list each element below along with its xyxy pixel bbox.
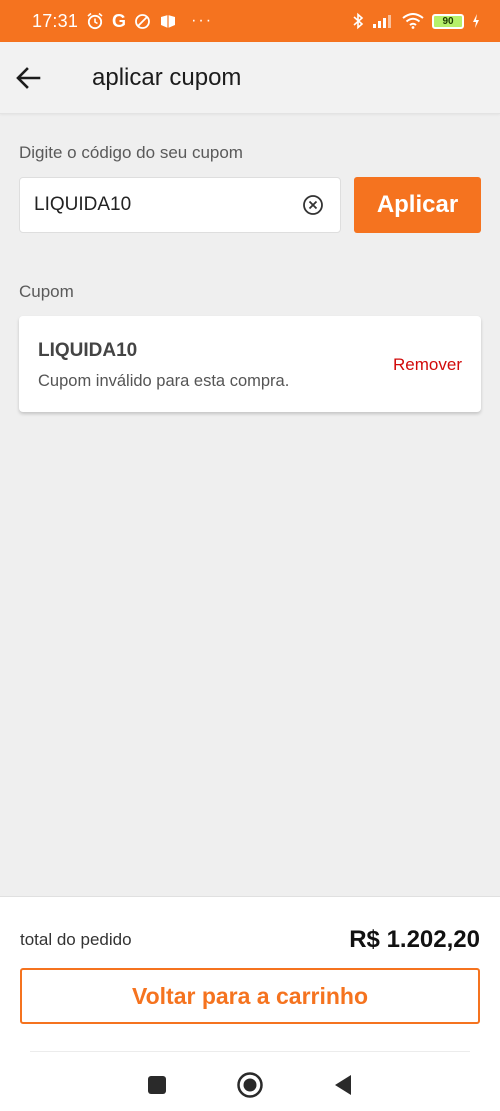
status-time: 17:31 (32, 10, 79, 31)
app-notification-icon (159, 12, 177, 30)
arrow-left-icon (16, 66, 41, 89)
divider (30, 1051, 470, 1052)
more-notifications-icon: ··· (191, 12, 214, 29)
order-total-value: R$ 1.202,20 (349, 926, 480, 953)
coupon-field-label: Digite o código do seu cupom (19, 143, 243, 162)
applied-coupon-section-label: Cupom (19, 282, 74, 301)
back-icon (335, 1074, 352, 1095)
google-icon: G (112, 10, 127, 31)
system-nav-bar (0, 1057, 500, 1111)
status-bar: 17:31 G ··· 90 (0, 0, 500, 42)
coupon-input[interactable] (34, 194, 300, 216)
alarm-icon (86, 12, 104, 30)
home-icon (237, 1071, 263, 1098)
applied-coupon-card: LIQUIDA10 Cupom inválido para esta compr… (19, 316, 481, 412)
coupon-error-message: Cupom inválido para esta compra. (38, 372, 290, 390)
do-not-disturb-icon (134, 13, 151, 30)
status-left: 17:31 G ··· (32, 11, 213, 32)
apply-button[interactable]: Aplicar (354, 177, 481, 233)
order-footer: total do pedido R$ 1.202,20 Voltar para … (0, 896, 500, 1111)
bluetooth-icon (352, 12, 364, 30)
nav-back-button[interactable] (321, 1063, 365, 1107)
remove-coupon-button[interactable]: Remover (393, 355, 462, 375)
status-right: 90 (352, 12, 480, 30)
app-bar: aplicar cupom (0, 42, 500, 114)
back-to-cart-button[interactable]: Voltar para a carrinho (20, 968, 480, 1024)
clear-input-button[interactable] (300, 192, 326, 218)
charging-icon (472, 14, 480, 28)
page-title: aplicar cupom (92, 63, 242, 91)
coupon-input-container (19, 177, 341, 233)
recent-apps-button[interactable] (135, 1063, 179, 1107)
signal-icon (372, 13, 394, 29)
battery-icon: 90 (432, 13, 464, 29)
back-button[interactable] (0, 50, 56, 106)
wifi-icon (402, 13, 424, 29)
recent-apps-icon (147, 1075, 166, 1094)
order-total-label: total do pedido (20, 930, 132, 949)
applied-coupon-code: LIQUIDA10 (38, 340, 138, 361)
clear-circle-icon (303, 195, 323, 215)
home-button[interactable] (228, 1063, 272, 1107)
